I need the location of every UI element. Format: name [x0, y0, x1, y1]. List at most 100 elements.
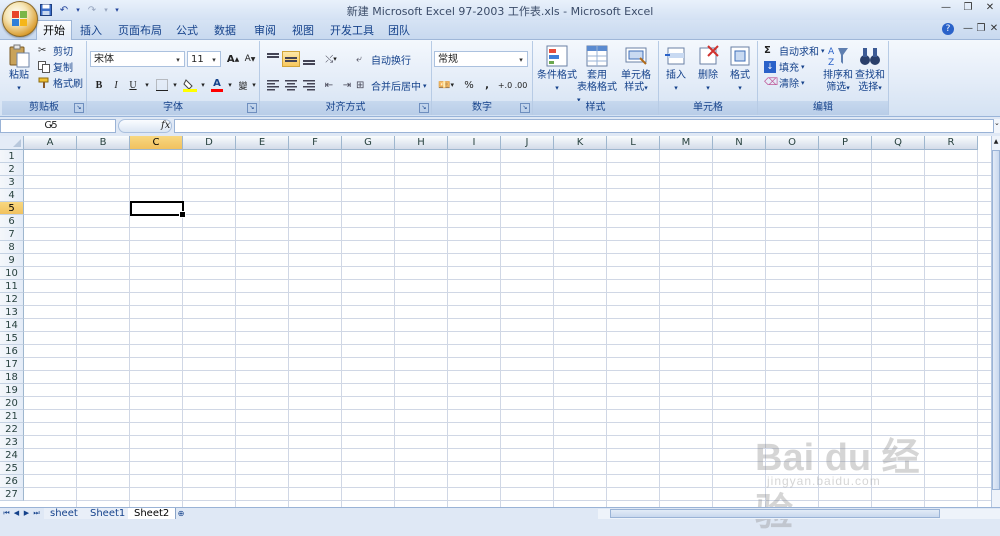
row-header-22[interactable]: 22: [0, 423, 24, 436]
column-header-H[interactable]: H: [395, 136, 448, 150]
column-header-D[interactable]: D: [183, 136, 236, 150]
row-header-27[interactable]: 27: [0, 488, 24, 501]
formula-input[interactable]: [174, 119, 994, 133]
restore-icon[interactable]: ❐: [960, 2, 976, 16]
column-header-R[interactable]: R: [925, 136, 978, 150]
alignment-launcher-icon[interactable]: ↘: [419, 103, 429, 113]
tab-developer[interactable]: 开发工具: [328, 22, 376, 39]
row-header-17[interactable]: 17: [0, 358, 24, 371]
align-right-button[interactable]: [300, 77, 318, 93]
tab-view[interactable]: 视图: [288, 22, 318, 39]
underline-button[interactable]: U: [124, 77, 142, 93]
font-color-button[interactable]: A: [208, 77, 226, 93]
align-left-button[interactable]: [264, 77, 282, 93]
row-header-18[interactable]: 18: [0, 371, 24, 384]
vertical-scroll-thumb[interactable]: [992, 150, 1000, 490]
cut-button[interactable]: ✂ 剪切: [38, 43, 73, 59]
number-launcher-icon[interactable]: ↘: [520, 103, 530, 113]
underline-dropdown-icon[interactable]: ▾: [143, 77, 151, 93]
grow-font-button[interactable]: A ▲: [224, 51, 242, 67]
row-header-7[interactable]: 7: [0, 228, 24, 241]
format-painter-button[interactable]: 格式刷: [38, 75, 83, 90]
font-launcher-icon[interactable]: ↘: [247, 103, 257, 113]
row-header-20[interactable]: 20: [0, 397, 24, 410]
tab-home[interactable]: 开始: [36, 20, 72, 40]
last-sheet-icon[interactable]: ⏭: [32, 508, 41, 519]
row-header-11[interactable]: 11: [0, 280, 24, 293]
tab-data[interactable]: 数据: [210, 22, 240, 39]
undo-dropdown-icon[interactable]: ▾: [74, 3, 82, 18]
align-middle-button[interactable]: [282, 51, 300, 67]
align-bottom-button[interactable]: [300, 51, 318, 67]
font-name-combo[interactable]: 宋体 ▾: [90, 51, 185, 67]
phonetic-dropdown-icon[interactable]: ▾: [250, 77, 258, 93]
cell-styles-button[interactable]: 单元格 样式▾: [617, 44, 655, 94]
insert-sheet-icon[interactable]: ⊕: [172, 508, 190, 519]
font-color-dropdown-icon[interactable]: ▾: [226, 77, 234, 93]
redo-icon[interactable]: ↷: [84, 3, 100, 18]
sheet-tab-sheet[interactable]: sheet: [44, 508, 85, 519]
row-header-13[interactable]: 13: [0, 306, 24, 319]
row-header-24[interactable]: 24: [0, 449, 24, 462]
name-box[interactable]: C5 ▾: [0, 119, 116, 133]
align-center-button[interactable]: [282, 77, 300, 93]
column-header-L[interactable]: L: [607, 136, 660, 150]
row-header-2[interactable]: 2: [0, 163, 24, 176]
column-header-E[interactable]: E: [236, 136, 289, 150]
office-button[interactable]: [2, 1, 38, 37]
format-as-table-button[interactable]: 套用 表格格式▾: [577, 44, 617, 106]
orientation-button[interactable]: ⤯ ▾: [320, 51, 342, 67]
row-header-5[interactable]: 5: [0, 202, 24, 215]
row-header-8[interactable]: 8: [0, 241, 24, 254]
row-header-15[interactable]: 15: [0, 332, 24, 345]
column-header-Q[interactable]: Q: [872, 136, 925, 150]
prev-sheet-icon[interactable]: ◀: [12, 508, 21, 519]
copy-button[interactable]: 复制: [38, 59, 73, 74]
tab-page-layout[interactable]: 页面布局: [116, 22, 164, 39]
number-format-combo[interactable]: 常规 ▾: [434, 51, 528, 67]
worksheet-grid[interactable]: ABCDEFGHIJKLMNOPQR 1 2 3 4 5 6 7 8 9 10 11 12 13 14 15…: [0, 136, 991, 507]
phonetic-button[interactable]: 變: [235, 77, 251, 93]
tab-team[interactable]: 团队: [384, 22, 414, 39]
font-size-combo[interactable]: 11 ▾: [187, 51, 221, 67]
sheet-tab-sheet1[interactable]: Sheet1: [84, 508, 133, 519]
decrease-indent-button[interactable]: ⇤: [320, 77, 338, 93]
workbook-close-icon[interactable]: ✕: [986, 23, 1000, 37]
row-header-16[interactable]: 16: [0, 345, 24, 358]
tab-formulas[interactable]: 公式: [172, 22, 202, 39]
fill-color-button[interactable]: [181, 77, 199, 93]
comma-button[interactable]: ,: [478, 77, 496, 93]
fill-handle[interactable]: [179, 211, 186, 218]
bold-button[interactable]: B: [90, 77, 108, 93]
delete-cells-button[interactable]: 删除 ▾: [693, 44, 723, 94]
customize-qat-icon[interactable]: ▾: [112, 3, 122, 18]
undo-icon[interactable]: ↶: [56, 3, 72, 18]
column-header-F[interactable]: F: [289, 136, 342, 150]
active-cell[interactable]: [130, 201, 186, 218]
increase-indent-button[interactable]: ⇥: [338, 77, 356, 93]
clear-button[interactable]: ⌫ 清除 ▾: [764, 75, 805, 91]
row-header-6[interactable]: 6: [0, 215, 24, 228]
row-header-14[interactable]: 14: [0, 319, 24, 332]
column-header-K[interactable]: K: [554, 136, 607, 150]
select-all-button[interactable]: [0, 136, 24, 150]
accounting-format-button[interactable]: 💴 ▾: [434, 77, 458, 93]
column-header-N[interactable]: N: [713, 136, 766, 150]
paste-button[interactable]: 粘贴 ▾: [4, 44, 34, 94]
column-header-G[interactable]: G: [342, 136, 395, 150]
fill-button[interactable]: ↓ 填充 ▾: [764, 59, 805, 74]
insert-cells-button[interactable]: 插入 ▾: [661, 44, 691, 94]
first-sheet-icon[interactable]: ⏮: [2, 508, 11, 519]
column-header-I[interactable]: I: [448, 136, 501, 150]
column-header-A[interactable]: A: [24, 136, 77, 150]
row-header-10[interactable]: 10: [0, 267, 24, 280]
column-header-M[interactable]: M: [660, 136, 713, 150]
row-header-9[interactable]: 9: [0, 254, 24, 267]
wrap-text-button[interactable]: ⤶ 自动换行: [356, 52, 411, 68]
help-icon[interactable]: ?: [942, 23, 954, 35]
vertical-scrollbar[interactable]: ▲: [991, 136, 1000, 507]
sheet-tab-sheet2[interactable]: Sheet2: [128, 508, 177, 519]
clipboard-launcher-icon[interactable]: ↘: [74, 103, 84, 113]
tab-review[interactable]: 审阅: [250, 22, 280, 39]
row-header-26[interactable]: 26: [0, 475, 24, 488]
